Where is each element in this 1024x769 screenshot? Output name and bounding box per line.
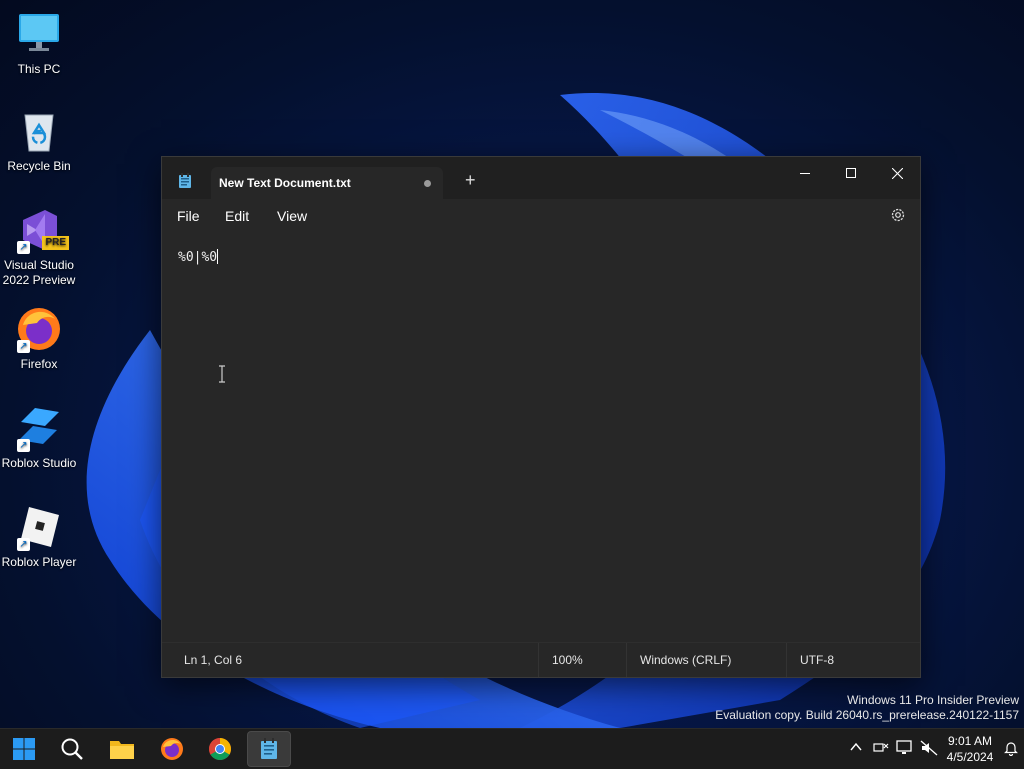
taskbar-firefox-button[interactable] bbox=[150, 731, 194, 767]
monitor-icon bbox=[15, 10, 63, 58]
status-line-endings[interactable]: Windows (CRLF) bbox=[640, 653, 731, 667]
roblox-studio-icon: ↗ bbox=[15, 404, 63, 452]
status-encoding[interactable]: UTF-8 bbox=[800, 653, 834, 667]
recycle-bin-icon bbox=[15, 107, 63, 155]
notepad-window: New Text Document.txt + File Edit View %… bbox=[161, 156, 921, 678]
search-icon bbox=[61, 738, 83, 760]
tab-title: New Text Document.txt bbox=[219, 176, 351, 190]
taskbar-notepad-button[interactable] bbox=[247, 731, 291, 767]
text-caret bbox=[217, 249, 219, 264]
status-divider bbox=[786, 643, 787, 677]
clock-date: 4/5/2024 bbox=[946, 750, 994, 764]
close-icon bbox=[891, 167, 903, 179]
watermark-line1: Windows 11 Pro Insider Preview bbox=[847, 693, 1019, 707]
desktop-icon-visual-studio[interactable]: PRE ↗ Visual Studio 2022 Preview bbox=[0, 206, 78, 288]
desktop-icon-label-line2: 2022 Preview bbox=[2, 273, 76, 287]
desktop-icon-recycle-bin[interactable]: Recycle Bin bbox=[0, 107, 78, 174]
status-divider bbox=[626, 643, 627, 677]
desktop-icon-firefox[interactable]: ↗ Firefox bbox=[0, 305, 78, 372]
taskbar-chrome-button[interactable] bbox=[198, 731, 242, 767]
menu-file[interactable]: File bbox=[177, 208, 200, 224]
desktop-icon-label: This PC bbox=[17, 62, 61, 76]
maximize-icon bbox=[846, 168, 856, 178]
system-clock[interactable]: 9:01 AM 4/5/2024 bbox=[943, 733, 997, 765]
desktop-icon-label: Roblox Player bbox=[1, 555, 77, 569]
text-editor[interactable]: %0|%0 bbox=[162, 233, 920, 643]
desktop-icon-roblox-player[interactable]: ↗ Roblox Player bbox=[0, 503, 78, 570]
firefox-icon: ↗ bbox=[15, 305, 63, 353]
maximize-button[interactable] bbox=[828, 157, 874, 189]
new-tab-icon[interactable]: + bbox=[465, 171, 476, 189]
status-zoom[interactable]: 100% bbox=[552, 653, 583, 667]
chevron-up-icon[interactable] bbox=[849, 740, 863, 759]
evaluation-watermark: Windows 11 Pro Insider Preview Evaluatio… bbox=[715, 693, 1019, 723]
notepad-icon bbox=[178, 173, 192, 194]
ibeam-cursor-icon bbox=[217, 365, 227, 388]
editor-content[interactable]: %0|%0 bbox=[178, 249, 219, 265]
tab-new-text-document[interactable]: New Text Document.txt bbox=[211, 167, 443, 199]
windows-logo-icon bbox=[13, 738, 35, 760]
minimize-button[interactable] bbox=[782, 157, 828, 189]
unsaved-dot-icon[interactable] bbox=[424, 180, 431, 187]
desktop-icon-label: Firefox bbox=[20, 357, 58, 371]
visual-studio-icon: PRE ↗ bbox=[15, 206, 69, 254]
desktop-icon-label: Visual Studio bbox=[4, 258, 74, 272]
start-button[interactable] bbox=[2, 731, 46, 767]
network-icon[interactable] bbox=[873, 740, 889, 761]
notepad-icon bbox=[261, 738, 277, 759]
minimize-icon bbox=[800, 173, 810, 174]
settings-gear-icon[interactable] bbox=[890, 207, 906, 228]
desktop-icon-this-pc[interactable]: This PC bbox=[0, 10, 78, 77]
editor-text: %0|%0 bbox=[178, 250, 218, 265]
shortcut-arrow-icon: ↗ bbox=[17, 538, 30, 551]
close-button[interactable] bbox=[874, 157, 920, 189]
preview-badge: PRE bbox=[42, 236, 69, 250]
chrome-icon bbox=[209, 738, 231, 760]
folder-icon bbox=[110, 741, 134, 759]
clock-time: 9:01 AM bbox=[947, 734, 993, 748]
taskbar: 9:01 AM 4/5/2024 bbox=[0, 728, 1024, 769]
title-bar[interactable]: New Text Document.txt + bbox=[162, 157, 920, 199]
shortcut-arrow-icon: ↗ bbox=[17, 439, 30, 452]
desktop-icon-roblox-studio[interactable]: ↗ Roblox Studio bbox=[0, 404, 78, 471]
file-explorer-button[interactable] bbox=[100, 731, 144, 767]
menu-edit[interactable]: Edit bbox=[225, 208, 249, 224]
menu-view[interactable]: View bbox=[277, 208, 307, 224]
volume-muted-icon[interactable] bbox=[920, 740, 938, 761]
desktop-icon-label: Roblox Studio bbox=[1, 456, 77, 470]
watermark-line2: Evaluation copy. Build 26040.rs_prerelea… bbox=[715, 708, 1019, 722]
display-icon[interactable] bbox=[896, 740, 914, 761]
roblox-player-icon: ↗ bbox=[15, 503, 63, 551]
firefox-icon bbox=[161, 738, 183, 760]
notification-bell-icon[interactable] bbox=[1004, 740, 1018, 761]
status-cursor-position: Ln 1, Col 6 bbox=[184, 653, 243, 667]
status-bar: Ln 1, Col 6 100% Windows (CRLF) UTF-8 bbox=[162, 642, 920, 677]
desktop-icon-label: Recycle Bin bbox=[7, 159, 71, 173]
search-button[interactable] bbox=[50, 731, 94, 767]
menu-bar: File Edit View bbox=[162, 199, 920, 233]
shortcut-arrow-icon: ↗ bbox=[17, 241, 30, 254]
status-divider bbox=[538, 643, 539, 677]
shortcut-arrow-icon: ↗ bbox=[17, 340, 30, 353]
